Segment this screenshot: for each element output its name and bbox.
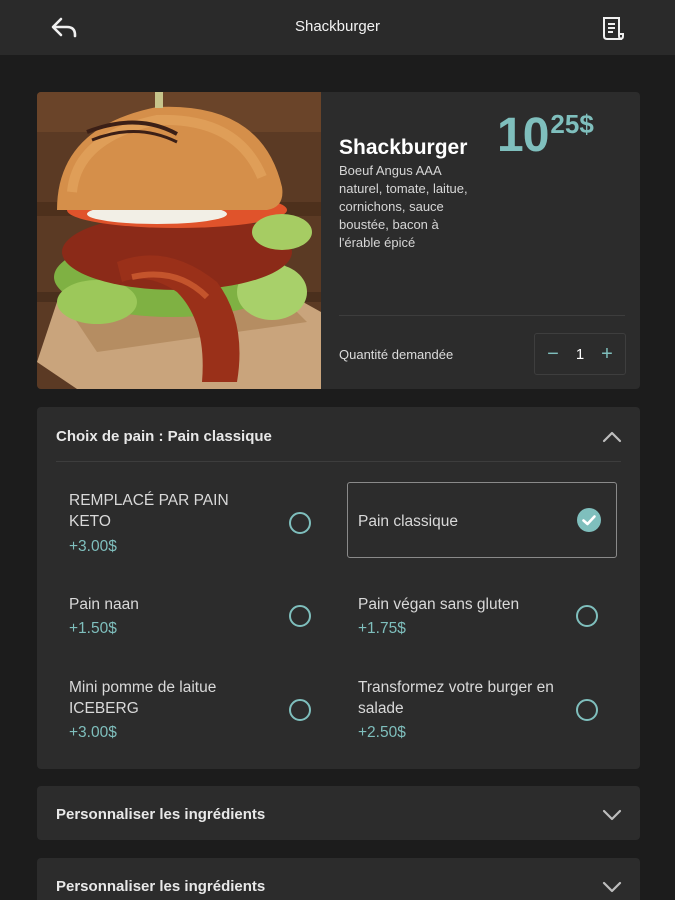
option-label: Pain naan [69, 596, 139, 613]
page-title: Shackburger [294, 18, 381, 35]
radio-button[interactable] [289, 605, 311, 627]
option-label: Mini pomme de laitue ICEBERG [69, 679, 217, 717]
chevron-down-icon[interactable] [600, 803, 624, 827]
quantity-value: 1 [575, 345, 585, 363]
option-price: +2.50$ [358, 724, 406, 741]
top-bar: Shackburger [0, 0, 675, 55]
bread-option-vegan-gluten-free[interactable]: Pain végan sans gluten +1.75$ [347, 582, 617, 642]
chevron-up-icon[interactable] [600, 425, 624, 449]
section-title: Personnaliser les ingrédients [56, 878, 266, 895]
customize-ingredients-panel[interactable]: Personnaliser les ingrédients [37, 786, 640, 840]
bread-choice-title[interactable]: Choix de pain : Pain classique [56, 428, 272, 445]
option-label: Pain végan sans gluten [358, 596, 520, 613]
product-description: Boeuf Angus AAA naturel, tomate, laitue,… [339, 163, 468, 250]
radio-button[interactable] [289, 699, 311, 721]
chevron-down-icon[interactable] [600, 875, 624, 899]
option-label: Transformez votre burger en salade [358, 679, 554, 717]
customize-ingredients-panel[interactable]: Personnaliser les ingrédients [37, 858, 640, 900]
bread-option-naan[interactable]: Pain naan +1.50$ [57, 582, 327, 642]
option-price: +3.00$ [69, 538, 117, 555]
option-price: +1.75$ [358, 620, 406, 637]
option-price: +3.00$ [69, 724, 117, 741]
bread-choice-panel: Choix de pain : Pain classique REMPLACÉ … [37, 407, 640, 769]
divider [56, 461, 621, 462]
radio-button[interactable] [576, 605, 598, 627]
radio-button[interactable] [576, 699, 598, 721]
option-label: REMPLACÉ PAR PAIN KETO [69, 492, 229, 530]
bread-option-salad[interactable]: Transformez votre burger en salade +2.50… [347, 669, 617, 745]
receipt-button[interactable] [598, 14, 626, 42]
price-integer: 10 [497, 109, 549, 162]
price-cents: 25 [550, 109, 580, 139]
option-label: Pain classique [358, 513, 458, 530]
checkmark-icon [582, 515, 596, 526]
burger-image [37, 92, 321, 389]
increase-quantity-button[interactable]: + [599, 343, 615, 366]
divider [339, 315, 625, 316]
product-name: Shackburger [339, 136, 468, 159]
product-card: Shackburger Boeuf Angus AAA naturel, tom… [37, 92, 640, 389]
bread-option-keto[interactable]: REMPLACÉ PAR PAIN KETO +3.00$ [57, 482, 327, 558]
radio-button[interactable] [289, 512, 311, 534]
radio-button-checked[interactable] [577, 508, 601, 532]
product-price: 10 25 $ [497, 106, 594, 166]
bread-option-classic[interactable]: Pain classique [347, 482, 617, 558]
option-price: +1.50$ [69, 620, 117, 637]
decrease-quantity-button[interactable]: − [545, 343, 561, 366]
quantity-label: Quantité demandée [339, 347, 454, 362]
quantity-stepper: − 1 + [534, 333, 626, 375]
price-currency: $ [579, 109, 594, 139]
section-title: Personnaliser les ingrédients [56, 806, 266, 823]
receipt-icon [603, 17, 624, 40]
bread-option-iceberg-lettuce[interactable]: Mini pomme de laitue ICEBERG +3.00$ [57, 669, 327, 745]
